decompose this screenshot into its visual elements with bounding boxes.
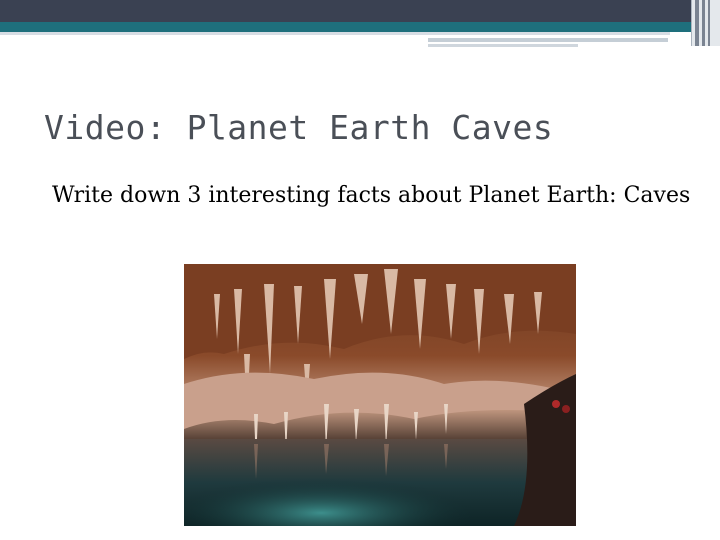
header-rule [0, 32, 670, 35]
header-accent-bar [0, 22, 720, 32]
cave-photo [184, 264, 576, 526]
header-rule-shorter [428, 44, 578, 47]
corner-decoration [691, 0, 720, 46]
header-bar [0, 0, 720, 22]
header-rule-short [428, 38, 668, 42]
slide-title: Video: Planet Earth Caves [44, 108, 554, 147]
slide-body-text: Write down 3 interesting facts about Pla… [52, 183, 691, 208]
